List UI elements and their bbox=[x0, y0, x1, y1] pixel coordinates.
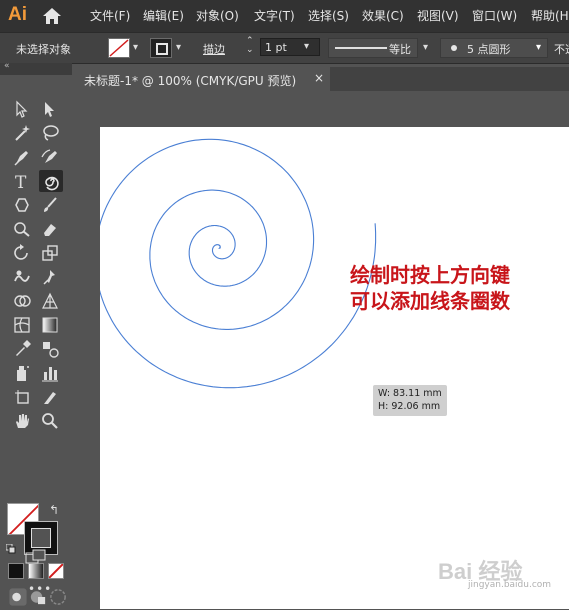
menu-type[interactable]: 文字(T) bbox=[254, 7, 295, 24]
chevron-down-icon[interactable]: ▾ bbox=[176, 42, 181, 53]
tools-panel: « T ↰ bbox=[0, 61, 72, 609]
curvature-tool-icon[interactable] bbox=[40, 147, 60, 167]
eraser-tool-icon[interactable] bbox=[40, 219, 60, 239]
gradient-mode-icon[interactable] bbox=[28, 563, 44, 579]
selection-tool-icon[interactable] bbox=[12, 99, 32, 119]
slice-tool-icon[interactable] bbox=[40, 387, 60, 407]
chevron-down-icon[interactable]: ▾ bbox=[536, 42, 541, 53]
pen-tool-icon[interactable] bbox=[12, 147, 32, 167]
document-tab-title: 未标题-1* @ 100% (CMYK/GPU 预览) bbox=[84, 74, 297, 88]
spiral-tool-icon[interactable] bbox=[39, 170, 63, 192]
selection-status: 未选择对象 bbox=[16, 43, 71, 56]
warp-tool-icon[interactable] bbox=[12, 267, 32, 287]
spiral-path[interactable] bbox=[100, 127, 569, 609]
tooltip-height: H: 92.06 mm bbox=[378, 401, 441, 412]
puppet-warp-tool-icon[interactable] bbox=[40, 267, 60, 287]
stroke-weight-input[interactable]: 1 pt bbox=[260, 38, 320, 56]
annotation-line-2: 可以添加线条圈数 bbox=[350, 289, 510, 313]
close-icon[interactable]: × bbox=[314, 71, 324, 85]
symbol-sprayer-tool-icon[interactable] bbox=[12, 363, 32, 383]
none-mode-icon[interactable] bbox=[48, 563, 64, 579]
blend-tool-icon[interactable] bbox=[40, 339, 60, 359]
scale-tool-icon[interactable] bbox=[40, 243, 60, 263]
profile-line-preview bbox=[335, 47, 387, 49]
control-bar: 未选择对象 ▾ ▾ 描边 ⌃ ⌄ 1 pt ▾ 等比 ▾ 5 点圆形 ▾ 不透 bbox=[0, 32, 569, 64]
perspective-grid-tool-icon[interactable] bbox=[40, 291, 60, 311]
brush-label: 5 点圆形 bbox=[467, 43, 511, 56]
rotate-tool-icon[interactable] bbox=[12, 243, 32, 263]
menu-bar: Ai 文件(F) 编辑(E) 对象(O) 文字(T) 选择(S) 效果(C) 视… bbox=[0, 0, 569, 32]
watermark-url: jingyan.baidu.com bbox=[468, 580, 552, 590]
draw-normal-icon[interactable] bbox=[8, 587, 27, 606]
direct-selection-tool-icon[interactable] bbox=[40, 99, 60, 119]
tooltip-width: W: 83.11 mm bbox=[378, 388, 442, 399]
lasso-tool-icon[interactable] bbox=[40, 123, 60, 143]
dimension-tooltip: W: 83.11 mm H: 92.06 mm bbox=[373, 385, 447, 416]
annotation-text: 绘制时按上方向键 可以添加线条圈数 bbox=[350, 262, 510, 314]
app-logo: Ai bbox=[8, 4, 27, 25]
document-tab[interactable]: 未标题-1* @ 100% (CMYK/GPU 预览) × bbox=[74, 67, 330, 91]
profile-label: 等比 bbox=[389, 43, 411, 56]
menu-edit[interactable]: 编辑(E) bbox=[143, 7, 184, 24]
color-mode-icon[interactable] bbox=[8, 563, 24, 579]
shape-builder-tool-icon[interactable] bbox=[12, 291, 32, 311]
zoom-tool-icon[interactable] bbox=[40, 411, 60, 431]
fill-swatch-control[interactable] bbox=[108, 38, 130, 58]
stroke-label[interactable]: 描边 bbox=[203, 41, 225, 57]
column-graph-tool-icon[interactable] bbox=[40, 363, 60, 383]
hand-tool-icon[interactable] bbox=[12, 411, 32, 431]
mesh-tool-icon[interactable] bbox=[12, 315, 32, 335]
more-tools-icon[interactable]: ••• bbox=[28, 582, 52, 596]
artboard-tool-icon[interactable] bbox=[12, 387, 32, 407]
brush-definition-select[interactable]: 5 点圆形 bbox=[440, 38, 548, 58]
shaper-tool-icon[interactable] bbox=[12, 219, 32, 239]
watermark: Bai 经验 jingyan.baidu.com bbox=[438, 548, 558, 593]
screen-mode-icon[interactable] bbox=[25, 549, 47, 565]
stepper-down-icon[interactable]: ⌄ bbox=[246, 45, 254, 55]
default-colors-icon[interactable] bbox=[5, 543, 16, 554]
type-tool-icon[interactable]: T bbox=[12, 171, 32, 193]
artboard[interactable] bbox=[100, 127, 569, 609]
tools-panel-header[interactable]: « bbox=[0, 61, 72, 75]
menu-window[interactable]: 窗口(W) bbox=[472, 7, 517, 24]
variable-width-profile-select[interactable]: 等比 bbox=[328, 38, 418, 58]
menu-file[interactable]: 文件(F) bbox=[90, 7, 130, 24]
stroke-swatch-control[interactable] bbox=[150, 38, 172, 58]
annotation-line-1: 绘制时按上方向键 bbox=[350, 263, 510, 287]
ellipse-tool-icon[interactable] bbox=[12, 195, 32, 215]
paintbrush-tool-icon[interactable] bbox=[40, 195, 60, 215]
menu-effect[interactable]: 效果(C) bbox=[362, 7, 404, 24]
menu-help[interactable]: 帮助(H) bbox=[531, 7, 569, 24]
menu-object[interactable]: 对象(O) bbox=[196, 7, 239, 24]
tab-strip bbox=[330, 67, 569, 91]
chevron-down-icon[interactable]: ▾ bbox=[133, 42, 138, 53]
menu-select[interactable]: 选择(S) bbox=[308, 7, 349, 24]
eyedropper-tool-icon[interactable] bbox=[12, 339, 32, 359]
home-icon[interactable] bbox=[41, 6, 63, 26]
chevron-down-icon[interactable]: ▾ bbox=[304, 41, 309, 52]
magic-wand-tool-icon[interactable] bbox=[12, 123, 32, 143]
stroke-swatch-inner bbox=[31, 528, 51, 548]
gradient-tool-icon[interactable] bbox=[40, 315, 60, 335]
chevron-down-icon[interactable]: ▾ bbox=[423, 42, 428, 53]
opacity-label[interactable]: 不透 bbox=[554, 41, 569, 57]
swap-fill-stroke-icon[interactable]: ↰ bbox=[49, 503, 59, 517]
menu-view[interactable]: 视图(V) bbox=[417, 7, 459, 24]
svg-text:T: T bbox=[15, 173, 27, 191]
brush-dot-icon bbox=[451, 45, 457, 51]
collapse-icon[interactable]: « bbox=[4, 61, 10, 71]
